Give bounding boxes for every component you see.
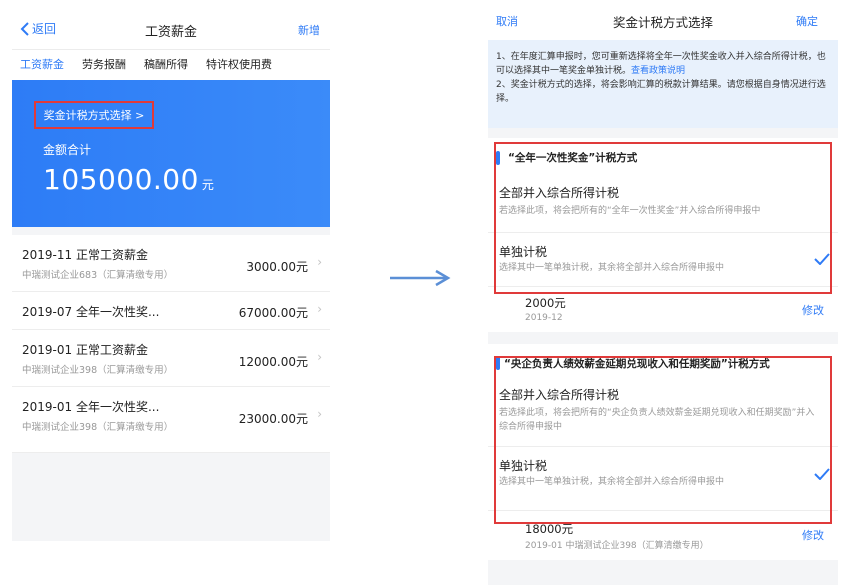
income-record-list: 2019-11 正常工资薪金 中瑞测试企业683（汇算清缴专用） 3000.00… [12, 235, 330, 453]
record-title: 2019-01 正常工资薪金 [22, 343, 148, 357]
income-type-tabs: 工资薪金 劳务报酬 稿酬所得 特许权使用费 [12, 50, 330, 80]
highlight-box-section-1 [494, 142, 832, 294]
record-amount: 12000.00元 [238, 355, 308, 369]
tab-labor[interactable]: 劳务报酬 [82, 50, 126, 80]
total-amount-label: 金额合计 [43, 143, 92, 157]
highlight-box-section-2 [494, 356, 832, 524]
tab-salary[interactable]: 工资薪金 [20, 50, 64, 80]
record-company: 中瑞测试企业398（汇算清缴专用） [22, 365, 174, 376]
list-item[interactable]: 2019-11 正常工资薪金 中瑞测试企业683（汇算清缴专用） 3000.00… [12, 235, 330, 292]
summary-banner: 奖金计税方式选择 > 金额合计 105000.00 元 [12, 80, 330, 227]
record-amount: 23000.00元 [238, 412, 308, 426]
page-title: 工资薪金 [144, 25, 197, 40]
policy-notice: 1、在年度汇算申报时，您可重新选择将全年一次性奖金收入并入综合所得计税，也可以选… [488, 40, 838, 128]
edit-button[interactable]: 修改 [802, 527, 824, 543]
chevron-right-icon: › [317, 350, 322, 364]
notice-line-2: 2、奖金计税方式的选择，将会影响汇算的税款计算结果。请您根据自身情况进行选择。 [496, 80, 826, 104]
total-amount-unit: 元 [201, 178, 215, 192]
top-nav-bar: 返回 工资薪金 新增 [12, 8, 330, 50]
record-title: 2019-11 正常工资薪金 [22, 248, 148, 262]
list-item[interactable]: 2019-07 全年一次性奖... 67000.00元 › [12, 292, 330, 330]
page-title: 奖金计税方式选择 [612, 15, 713, 30]
entry-amount: 2000元 [525, 296, 566, 310]
right-phone-screen: 取消 奖金计税方式选择 确定 1、在年度汇算申报时，您可重新选择将全年一次性奖金… [488, 0, 838, 585]
arrow-right-icon [390, 269, 451, 287]
record-amount: 67000.00元 [238, 306, 308, 320]
tab-franchise[interactable]: 特许权使用费 [206, 50, 272, 80]
record-company: 中瑞测试企业683（汇算清缴专用） [22, 270, 174, 281]
tab-royalty[interactable]: 稿酬所得 [144, 50, 188, 80]
bonus-tax-method-select-button[interactable]: 奖金计税方式选择 > [34, 101, 154, 129]
chevron-right-icon: › [317, 255, 322, 269]
top-nav-bar: 取消 奖金计税方式选择 确定 [488, 0, 838, 40]
confirm-button[interactable]: 确定 [796, 13, 818, 29]
entry-date: 2019-01 中瑞测试企业398（汇算清缴专用） [525, 541, 709, 551]
record-title: 2019-07 全年一次性奖... [22, 305, 160, 319]
edit-button[interactable]: 修改 [802, 302, 824, 318]
record-title: 2019-01 全年一次性奖... [22, 400, 160, 414]
left-phone-screen: 返回 工资薪金 新增 工资薪金 劳务报酬 稿酬所得 特许权使用费 奖金计税方式选… [12, 8, 330, 541]
list-item[interactable]: 2019-01 全年一次性奖... 中瑞测试企业398（汇算清缴专用） 2300… [12, 387, 330, 453]
list-item[interactable]: 2019-01 正常工资薪金 中瑞测试企业398（汇算清缴专用） 12000.0… [12, 330, 330, 387]
total-amount-value: 105000.00 元 [43, 163, 214, 196]
add-button[interactable]: 新增 [298, 22, 320, 38]
entry-date: 2019-12 [525, 313, 563, 323]
record-company: 中瑞测试企业398（汇算清缴专用） [22, 422, 174, 433]
chevron-right-icon: › [317, 302, 322, 316]
chevron-right-icon: › [317, 407, 322, 421]
total-amount-number: 105000.00 [43, 163, 199, 196]
policy-link[interactable]: 查看政策说明 [631, 66, 685, 76]
record-amount: 3000.00元 [246, 260, 308, 274]
